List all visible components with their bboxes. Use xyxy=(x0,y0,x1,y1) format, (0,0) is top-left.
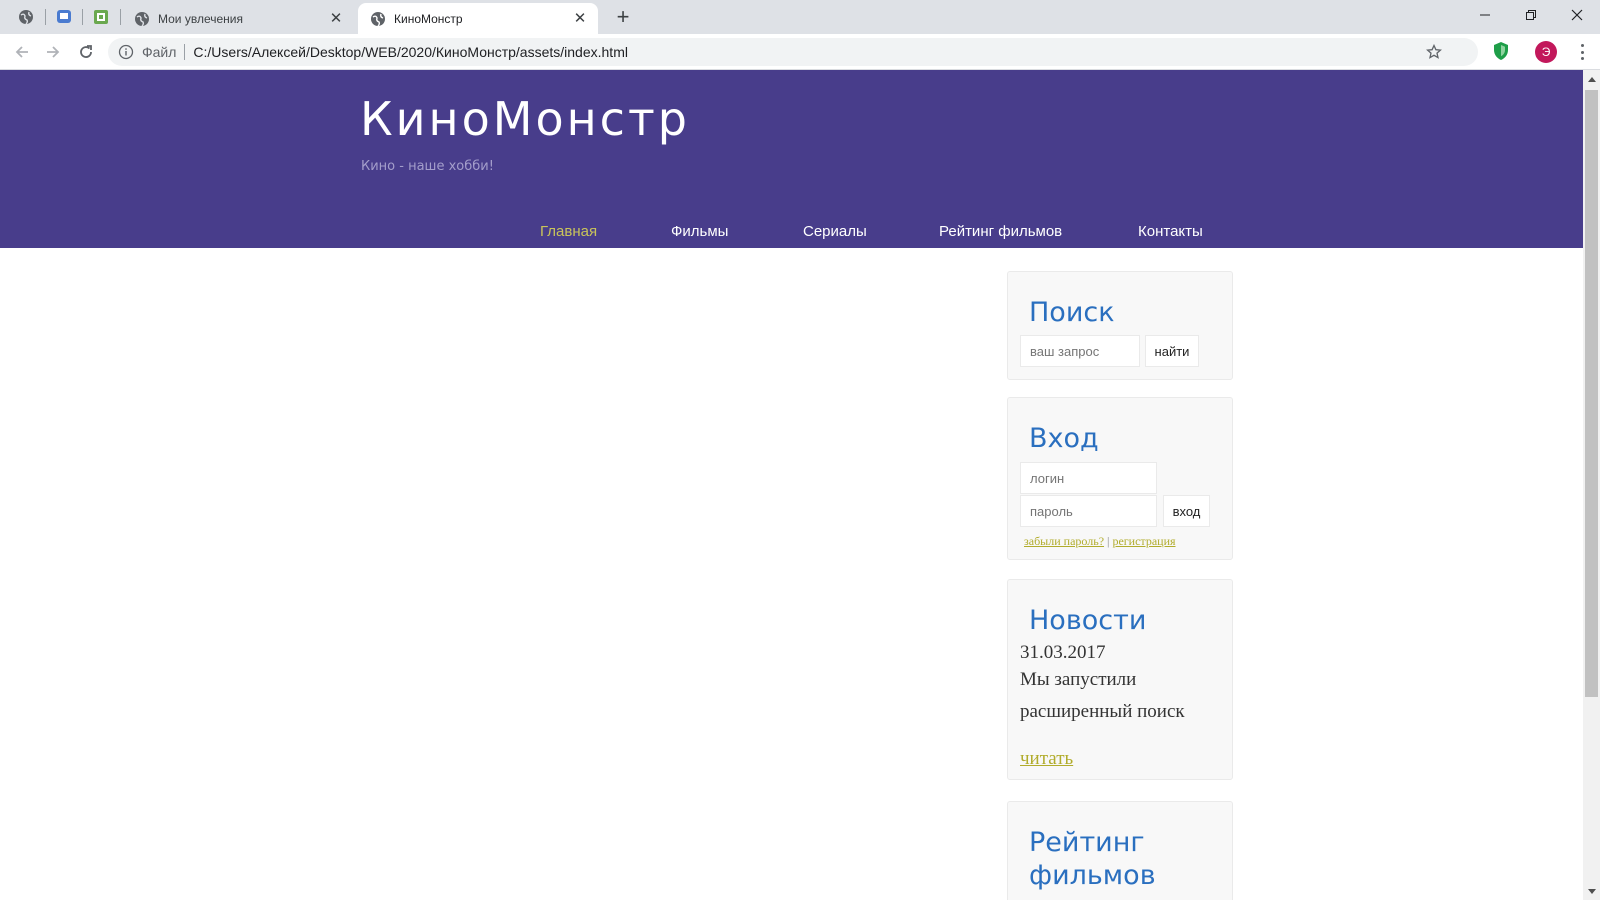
search-input[interactable] xyxy=(1020,335,1140,367)
news-text-line1: Мы запустили xyxy=(1020,669,1137,690)
login-field[interactable] xyxy=(1020,462,1157,494)
globe-icon xyxy=(135,11,149,26)
restore-button[interactable] xyxy=(1508,0,1554,30)
close-icon[interactable]: ✕ xyxy=(572,10,588,27)
scroll-down-arrow-icon[interactable] xyxy=(1583,883,1600,900)
site-slogan: Кино - наше хобби! xyxy=(361,159,494,174)
tab-kinomonstr[interactable]: КиноМонстр ✕ xyxy=(358,3,598,34)
app-icon xyxy=(94,10,108,24)
scrollbar-thumb[interactable] xyxy=(1585,90,1598,697)
forward-button[interactable] xyxy=(41,40,65,64)
news-date: 31.03.2017 xyxy=(1020,642,1106,663)
info-icon[interactable] xyxy=(118,44,134,60)
nav-item-series[interactable]: Сериалы xyxy=(803,223,867,240)
back-button[interactable] xyxy=(10,40,34,64)
password-field[interactable] xyxy=(1020,495,1157,527)
chat-icon xyxy=(57,10,71,23)
browser-toolbar: Файл C:/Users/Алексей/Desktop/WEB/2020/К… xyxy=(0,34,1600,70)
login-button[interactable]: вход xyxy=(1163,495,1210,527)
minimize-button[interactable] xyxy=(1462,0,1508,30)
widget-title: Вход xyxy=(1029,423,1099,454)
forward-arrow-icon xyxy=(47,46,60,58)
menu-dots-icon[interactable] xyxy=(1574,42,1590,62)
search-button[interactable]: найти xyxy=(1145,335,1199,367)
pinned-tab-app[interactable] xyxy=(89,6,113,28)
reload-icon xyxy=(80,45,92,58)
rating-widget: Рейтинг фильмов xyxy=(1007,801,1233,900)
news-text-line2: расширенный поиск xyxy=(1020,701,1185,722)
site-title[interactable]: КиноМонстр xyxy=(360,92,690,146)
profile-avatar[interactable]: Э xyxy=(1535,41,1557,63)
nav-item-home[interactable]: Главная xyxy=(540,223,597,240)
register-link[interactable]: регистрация xyxy=(1112,534,1175,548)
globe-icon xyxy=(19,10,33,25)
nav-item-contacts[interactable]: Контакты xyxy=(1138,223,1203,240)
widget-title: Рейтинг xyxy=(1029,827,1145,858)
read-more-link[interactable]: читать xyxy=(1020,748,1073,770)
address-bar[interactable]: Файл C:/Users/Алексей/Desktop/WEB/2020/К… xyxy=(108,38,1478,66)
reload-button[interactable] xyxy=(74,40,98,64)
back-arrow-icon xyxy=(15,46,28,58)
main-nav: Главная Фильмы Сериалы Рейтинг фильмов К… xyxy=(0,223,1583,247)
globe-icon xyxy=(371,11,385,26)
link-separator: | xyxy=(1107,534,1110,548)
widget-title: Поиск xyxy=(1029,297,1115,328)
news-widget: Новости 31.03.2017 Мы запустили расширен… xyxy=(1007,579,1233,780)
tab-title: КиноМонстр xyxy=(394,11,463,26)
bookmark-star-icon[interactable] xyxy=(1426,44,1442,60)
tab-title: Мои увлечения xyxy=(158,11,243,26)
new-tab-button[interactable]: + xyxy=(611,6,635,30)
scheme-label: Файл xyxy=(142,44,177,60)
pinned-tab-chat[interactable] xyxy=(52,6,76,28)
restore-icon xyxy=(1526,10,1536,20)
scroll-up-arrow-icon[interactable] xyxy=(1583,70,1600,87)
site-header: КиноМонстр Кино - наше хобби! Главная Фи… xyxy=(0,70,1583,248)
widget-title: Новости xyxy=(1029,605,1147,636)
page-scrollbar[interactable] xyxy=(1583,70,1600,900)
nav-item-films[interactable]: Фильмы xyxy=(671,223,728,240)
login-links: забыли пароль? | регистрация xyxy=(1024,534,1176,549)
page-viewport: КиноМонстр Кино - наше хобби! Главная Фи… xyxy=(0,70,1583,900)
close-window-button[interactable] xyxy=(1554,0,1600,30)
tab-strip: Мои увлечения ✕ КиноМонстр ✕ + xyxy=(0,0,1600,34)
forgot-password-link[interactable]: забыли пароль? xyxy=(1024,534,1104,548)
pinned-tab-globe[interactable] xyxy=(14,6,38,28)
widget-title: фильмов xyxy=(1029,860,1156,891)
nav-item-film-rating[interactable]: Рейтинг фильмов xyxy=(939,223,1062,240)
url-text[interactable]: C:/Users/Алексей/Desktop/WEB/2020/КиноМо… xyxy=(193,44,628,60)
minimize-icon xyxy=(1480,14,1490,16)
login-widget: Вход вход забыли пароль? | регистрация xyxy=(1007,397,1233,560)
shield-extension-icon[interactable] xyxy=(1492,41,1510,61)
close-icon[interactable]: ✕ xyxy=(328,10,344,27)
tab-my-hobbies[interactable]: Мои увлечения ✕ xyxy=(122,3,354,34)
close-icon xyxy=(1571,9,1583,21)
search-widget: Поиск найти xyxy=(1007,271,1233,380)
